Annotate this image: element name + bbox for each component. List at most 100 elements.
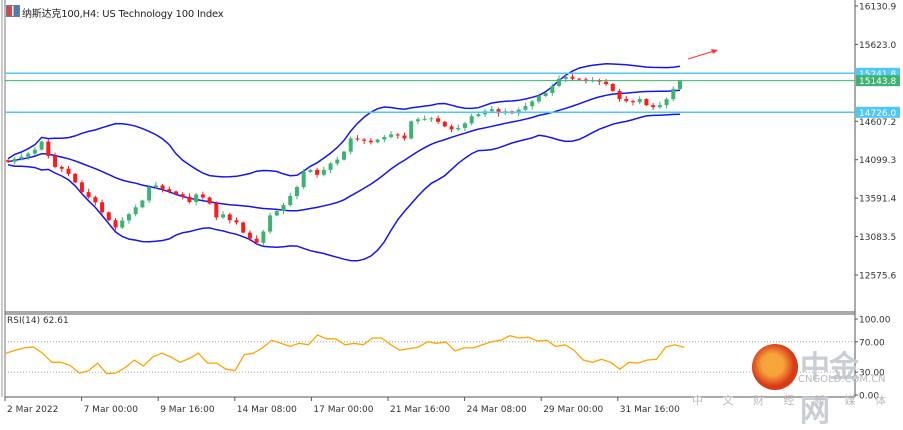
candle-bearish (604, 81, 609, 84)
candle-bullish (389, 134, 394, 137)
candle-bullish (147, 187, 152, 201)
candle-bullish (664, 99, 669, 106)
candle-bearish (577, 78, 582, 80)
candle-bearish (200, 194, 205, 198)
candle-bearish (368, 140, 373, 143)
level-price-label: 15143.8 (859, 77, 896, 87)
price-tick-label: 15623.0 (859, 41, 896, 51)
candle-bullish (348, 138, 353, 152)
candle-bearish (6, 160, 10, 162)
candle-bearish (207, 197, 212, 204)
candle-bearish (436, 118, 441, 122)
candle-bearish (254, 238, 259, 243)
candle-bearish (362, 139, 367, 141)
candle-bearish (651, 105, 656, 108)
candle-bullish (294, 187, 299, 196)
candle-bearish (355, 138, 360, 140)
candle-bearish (86, 192, 91, 198)
candle-bullish (221, 214, 226, 218)
candle-bearish (570, 76, 575, 79)
candle-bullish (422, 118, 427, 120)
price-tick-label: 14099.3 (859, 156, 896, 166)
candle-bearish (59, 166, 64, 169)
candle-bearish (610, 83, 615, 91)
candle-bearish (624, 99, 629, 102)
candle-bullish (375, 139, 380, 143)
price-tick-label: 14607.2 (859, 118, 896, 128)
candle-bearish (617, 90, 622, 100)
candle-bullish (563, 76, 568, 79)
candle-bullish (678, 80, 682, 89)
candle-bullish (194, 194, 199, 203)
candle-bearish (395, 134, 400, 136)
candle-bullish (288, 195, 293, 206)
candle-bullish (536, 96, 541, 102)
time-tick-label: 2 Mar 2022 (7, 405, 58, 415)
chart-title: 纳斯达克100,H4: US Technology 100 Index (22, 9, 224, 20)
candle-bullish (308, 169, 313, 172)
time-tick-label: 24 Mar 08:00 (467, 405, 527, 415)
candle-bearish (53, 155, 58, 167)
candle-bearish (227, 214, 232, 221)
candle-bullish (550, 85, 555, 94)
candle-bearish (241, 222, 246, 233)
time-tick-label: 31 Mar 16:00 (620, 405, 680, 415)
time-tick-label: 21 Mar 16:00 (390, 405, 450, 415)
candle-bullish (476, 114, 481, 117)
candle-bearish (46, 141, 51, 156)
candle-bearish (315, 169, 320, 175)
candle-bullish (462, 123, 467, 128)
candle-bearish (113, 220, 118, 228)
candle-bullish (32, 149, 37, 154)
candle-bullish (657, 105, 662, 108)
candle-bearish (100, 202, 105, 213)
candle-bearish (214, 203, 219, 218)
price-tick-label: 13083.5 (859, 233, 896, 243)
watermark-tagline: 中 文 财 经 新 媒 体 (692, 394, 894, 407)
candle-bullish (409, 121, 414, 139)
candle-bearish (174, 191, 178, 195)
candle-bearish (160, 185, 165, 190)
candle-bullish (335, 159, 340, 164)
watermark-logo: 中金网 CNGOLD.COM.CN 中 文 财 经 新 媒 体 (692, 340, 886, 429)
rsi-label: RSI(14) 62.61 (7, 316, 69, 326)
candle-bearish (93, 197, 98, 203)
candle-bearish (73, 173, 78, 183)
candle-bearish (644, 99, 649, 106)
candle-bullish (429, 118, 434, 120)
candle-bearish (449, 126, 454, 130)
candle-bullish (261, 231, 266, 243)
candle-bearish (630, 101, 635, 103)
candle-bearish (79, 182, 84, 193)
candle-bearish (442, 121, 447, 127)
time-tick-label: 29 Mar 00:00 (543, 405, 603, 415)
candle-bullish (126, 214, 131, 221)
candle-bearish (180, 194, 185, 197)
cngold-logo-icon (752, 344, 798, 390)
time-tick-label: 9 Mar 16:00 (160, 405, 215, 415)
candle-bearish (234, 220, 239, 223)
candle-bullish (19, 156, 24, 159)
candle-bearish (167, 189, 172, 192)
candle-bullish (530, 101, 535, 107)
candle-bullish (489, 109, 494, 112)
rsi-tick-label: 100.00 (859, 316, 891, 326)
candle-bullish (268, 215, 273, 232)
candle-bullish (12, 158, 17, 162)
candle-bullish (456, 127, 461, 130)
candle-bullish (140, 200, 145, 208)
watermark-brand-en: CNGOLD.COM.CN (798, 374, 886, 385)
candle-bearish (247, 232, 252, 239)
time-tick-label: 14 Mar 08:00 (237, 405, 297, 415)
candle-bullish (301, 171, 306, 188)
candle-bearish (66, 168, 71, 174)
price-tick-label: 16130.9 (859, 3, 896, 13)
level-price-label: 14726.0 (859, 109, 896, 119)
candle-bullish (469, 116, 474, 124)
price-tick-label: 13591.4 (859, 195, 896, 205)
candle-bearish (402, 135, 407, 139)
candle-bullish (153, 185, 158, 188)
candle-bullish (415, 119, 420, 122)
candle-bullish (523, 106, 528, 110)
candle-bullish (382, 136, 387, 140)
